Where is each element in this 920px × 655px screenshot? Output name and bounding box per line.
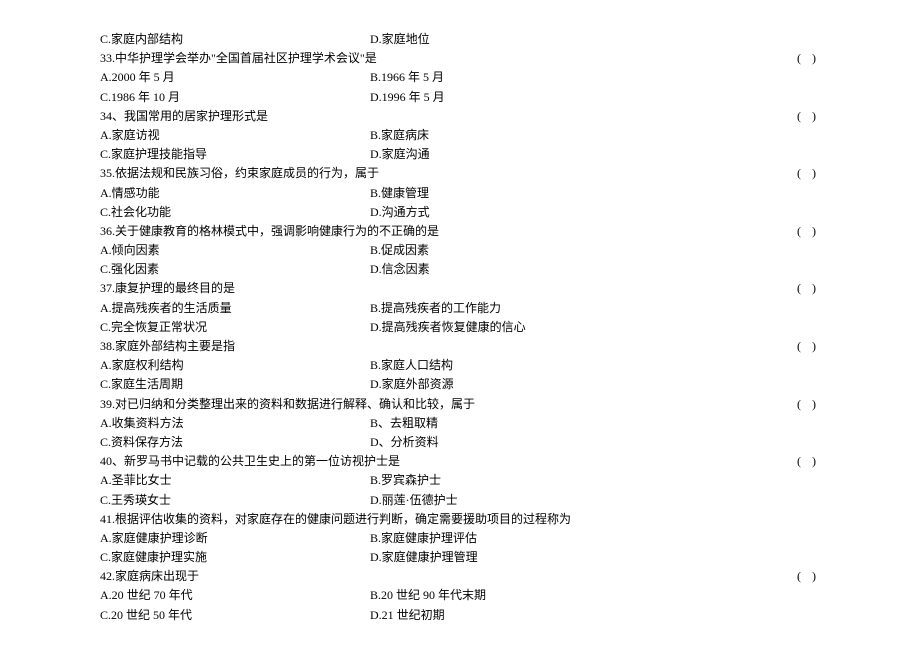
text-row: C.资料保存方法D、分析资料 xyxy=(100,433,820,452)
text-row: C.家庭生活周期D.家庭外部资源 xyxy=(100,375,820,394)
option-left: C.王秀瑛女士 xyxy=(100,491,370,510)
option-left: 42.家庭病床出现于 xyxy=(100,567,199,586)
text-row: C.王秀瑛女士D.丽莲·伍德护士 xyxy=(100,491,820,510)
option-right: D.家庭地位 xyxy=(370,30,820,49)
text-row: A.圣菲比女士B.罗宾森护士 xyxy=(100,471,820,490)
text-row: 36.关于健康教育的格林模式中，强调影响健康行为的不正确的是 ( ) xyxy=(100,222,820,241)
option-left: A.家庭权利结构 xyxy=(100,356,370,375)
answer-blank: ( ) xyxy=(797,279,820,298)
option-right: B.提高残疾者的工作能力 xyxy=(370,299,820,318)
answer-blank: ( ) xyxy=(797,164,820,183)
option-left: A.情感功能 xyxy=(100,184,370,203)
option-left: 41.根据评估收集的资料，对家庭存在的健康问题进行判断，确定需要援助项目的过程称… xyxy=(100,510,571,529)
option-left: A.家庭健康护理诊断 xyxy=(100,529,370,548)
text-row: C.20 世纪 50 年代D.21 世纪初期 xyxy=(100,606,820,625)
text-row: 38.家庭外部结构主要是指 ( ) xyxy=(100,337,820,356)
text-row: 35.依据法规和民族习俗，约束家庭成员的行为，属于 ( ) xyxy=(100,164,820,183)
option-left: C.20 世纪 50 年代 xyxy=(100,606,370,625)
option-right: B.罗宾森护士 xyxy=(370,471,820,490)
option-right: D.家庭健康护理管理 xyxy=(370,548,820,567)
option-right: D.提高残疾者恢复健康的信心 xyxy=(370,318,820,337)
option-left: 36.关于健康教育的格林模式中，强调影响健康行为的不正确的是 xyxy=(100,222,439,241)
option-left: 40、新罗马书中记载的公共卫生史上的第一位访视护士是 xyxy=(100,452,400,471)
option-left: A.收集资料方法 xyxy=(100,414,370,433)
option-left: C.1986 年 10 月 xyxy=(100,88,370,107)
text-row: A.倾向因素B.促成因素 xyxy=(100,241,820,260)
option-left: 34、我国常用的居家护理形式是 xyxy=(100,107,268,126)
option-left: C.家庭健康护理实施 xyxy=(100,548,370,567)
text-row: C.家庭内部结构D.家庭地位 xyxy=(100,30,820,49)
option-left: 35.依据法规和民族习俗，约束家庭成员的行为，属于 xyxy=(100,164,379,183)
option-left: A.2000 年 5 月 xyxy=(100,68,370,87)
option-left: 38.家庭外部结构主要是指 xyxy=(100,337,235,356)
text-row: C.1986 年 10 月D.1996 年 5 月 xyxy=(100,88,820,107)
text-row: A.家庭权利结构B.家庭人口结构 xyxy=(100,356,820,375)
option-left: A.家庭访视 xyxy=(100,126,370,145)
option-left: 39.对已归纳和分类整理出来的资料和数据进行解释、确认和比较，属于 xyxy=(100,395,475,414)
option-left: A.倾向因素 xyxy=(100,241,370,260)
option-left: C.家庭生活周期 xyxy=(100,375,370,394)
answer-blank: ( ) xyxy=(797,567,820,586)
option-right: B.1966 年 5 月 xyxy=(370,68,820,87)
text-row: C.社会化功能D.沟通方式 xyxy=(100,203,820,222)
text-row: 37.康复护理的最终目的是 ( ) xyxy=(100,279,820,298)
answer-blank: ( ) xyxy=(797,107,820,126)
option-left: 33.中华护理学会举办"全国首届社区护理学术会议"是 xyxy=(100,49,377,68)
option-right: D.丽莲·伍德护士 xyxy=(370,491,820,510)
option-right: D、分析资料 xyxy=(370,433,820,452)
text-row: A.情感功能B.健康管理 xyxy=(100,184,820,203)
answer-blank: ( ) xyxy=(797,337,820,356)
text-row: C.完全恢复正常状况D.提高残疾者恢复健康的信心 xyxy=(100,318,820,337)
option-right: B.健康管理 xyxy=(370,184,820,203)
option-right: B.20 世纪 90 年代末期 xyxy=(370,586,820,605)
text-row: 33.中华护理学会举办"全国首届社区护理学术会议"是 ( ) xyxy=(100,49,820,68)
text-row: 34、我国常用的居家护理形式是 ( ) xyxy=(100,107,820,126)
option-left: C.强化因素 xyxy=(100,260,370,279)
answer-blank: ( ) xyxy=(797,452,820,471)
option-left: A.20 世纪 70 年代 xyxy=(100,586,370,605)
text-row: C.家庭护理技能指导D.家庭沟通 xyxy=(100,145,820,164)
option-right: B.家庭健康护理评估 xyxy=(370,529,820,548)
option-left: C.社会化功能 xyxy=(100,203,370,222)
answer-blank: ( ) xyxy=(797,395,820,414)
option-right: B、去粗取精 xyxy=(370,414,820,433)
text-row: 40、新罗马书中记载的公共卫生史上的第一位访视护士是 ( ) xyxy=(100,452,820,471)
exam-content: C.家庭内部结构D.家庭地位33.中华护理学会举办"全国首届社区护理学术会议"是… xyxy=(100,30,820,625)
option-left: C.资料保存方法 xyxy=(100,433,370,452)
option-right: D.21 世纪初期 xyxy=(370,606,820,625)
text-row: A.提高残疾者的生活质量B.提高残疾者的工作能力 xyxy=(100,299,820,318)
text-row: 39.对已归纳和分类整理出来的资料和数据进行解释、确认和比较，属于 ( ) xyxy=(100,395,820,414)
option-left: C.家庭护理技能指导 xyxy=(100,145,370,164)
option-left: A.提高残疾者的生活质量 xyxy=(100,299,370,318)
text-row: A.2000 年 5 月B.1966 年 5 月 xyxy=(100,68,820,87)
option-left: A.圣菲比女士 xyxy=(100,471,370,490)
text-row: A.收集资料方法B、去粗取精 xyxy=(100,414,820,433)
option-left: C.完全恢复正常状况 xyxy=(100,318,370,337)
option-right: D.信念因素 xyxy=(370,260,820,279)
answer-blank: ( ) xyxy=(797,222,820,241)
text-row: 41.根据评估收集的资料，对家庭存在的健康问题进行判断，确定需要援助项目的过程称… xyxy=(100,510,820,529)
text-row: A.20 世纪 70 年代B.20 世纪 90 年代末期 xyxy=(100,586,820,605)
text-row: A.家庭健康护理诊断B.家庭健康护理评估 xyxy=(100,529,820,548)
option-right: D.1996 年 5 月 xyxy=(370,88,820,107)
text-row: C.家庭健康护理实施D.家庭健康护理管理 xyxy=(100,548,820,567)
text-row: C.强化因素D.信念因素 xyxy=(100,260,820,279)
option-right: B.家庭人口结构 xyxy=(370,356,820,375)
option-right: D.家庭沟通 xyxy=(370,145,820,164)
option-left: C.家庭内部结构 xyxy=(100,30,370,49)
option-right: B.促成因素 xyxy=(370,241,820,260)
option-right: D.家庭外部资源 xyxy=(370,375,820,394)
option-left: 37.康复护理的最终目的是 xyxy=(100,279,235,298)
option-right: B.家庭病床 xyxy=(370,126,820,145)
text-row: A.家庭访视B.家庭病床 xyxy=(100,126,820,145)
option-right: D.沟通方式 xyxy=(370,203,820,222)
answer-blank: ( ) xyxy=(797,49,820,68)
text-row: 42.家庭病床出现于 ( ) xyxy=(100,567,820,586)
